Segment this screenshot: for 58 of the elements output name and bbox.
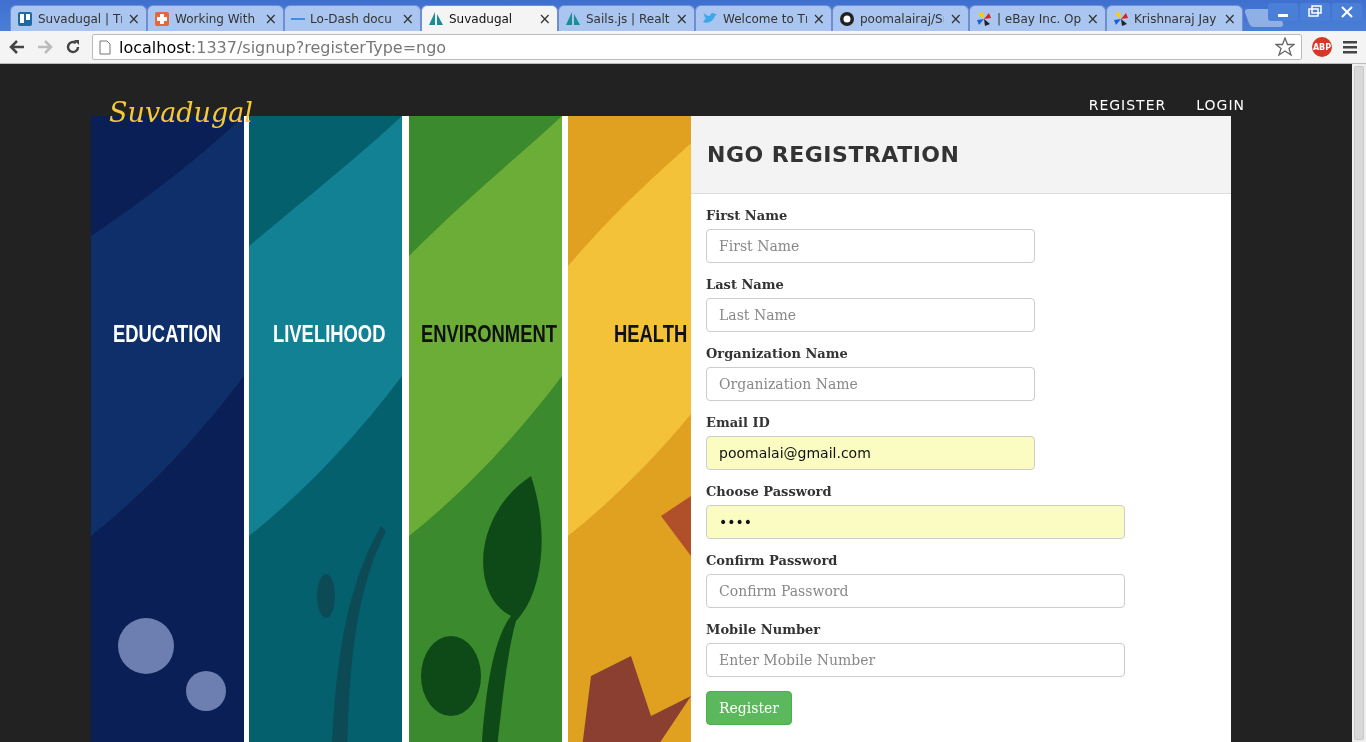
browser-tab[interactable]: Welcome to Tı × — [695, 5, 832, 31]
browser-tab[interactable]: Working With × — [147, 5, 284, 31]
plus-icon — [154, 10, 170, 27]
category-label: LIVELIHOOD — [273, 321, 386, 348]
field-label: Last Name — [706, 277, 784, 292]
form-title: NGO REGISTRATION — [707, 142, 960, 167]
pinwheel-icon — [1113, 10, 1129, 27]
input-field[interactable]: Enter Mobile Number — [706, 643, 1125, 677]
category-label: HEALTH — [614, 321, 688, 348]
close-tab-button[interactable]: × — [127, 9, 140, 28]
category-label: EDUCATION — [113, 321, 221, 348]
field-label: First Name — [706, 208, 788, 223]
reload-icon[interactable] — [64, 38, 82, 56]
input-field[interactable]: •••• — [706, 505, 1125, 539]
browser-tab[interactable]: Krishnaraj Jay × — [1106, 5, 1243, 31]
browser-tab[interactable]: Sails.js | Realt × — [558, 5, 695, 31]
close-tab-button[interactable]: × — [949, 9, 962, 28]
menu-icon[interactable] — [1342, 39, 1358, 55]
browser-tab[interactable]: Suvadugal | Tı × — [10, 5, 147, 31]
close-tab-button[interactable]: × — [1223, 9, 1236, 28]
field-label: Mobile Number — [706, 622, 821, 637]
category-label: ENVIRONMENT — [421, 321, 557, 348]
sail-icon — [428, 10, 444, 27]
browser-tab[interactable]: Lo-Dash docu × — [284, 5, 421, 31]
field-label: Choose Password — [706, 484, 832, 499]
field-label: Email ID — [706, 415, 770, 430]
input-field[interactable]: First Name — [706, 229, 1035, 263]
input-field[interactable]: Organization Name — [706, 367, 1035, 401]
field-label: Confirm Password — [706, 553, 838, 568]
adblock-button[interactable]: ABP — [1312, 37, 1332, 57]
line-icon — [291, 17, 305, 20]
input-field[interactable]: Last Name — [706, 298, 1035, 332]
close-tab-button[interactable]: × — [1086, 9, 1099, 28]
pinwheel-icon — [976, 10, 992, 27]
sail-icon — [565, 10, 581, 27]
close-tab-button[interactable]: × — [675, 9, 688, 28]
board-icon — [17, 10, 33, 27]
close-tab-button[interactable]: × — [401, 9, 414, 28]
page-icon — [99, 39, 111, 55]
browser-tab[interactable]: poomalairaj/Sı × — [832, 5, 969, 31]
browser-tab[interactable]: | eBay Inc. Op × — [969, 5, 1106, 31]
back-icon[interactable] — [8, 38, 26, 56]
close-tab-button[interactable]: × — [538, 9, 551, 28]
site-logo[interactable]: Suvadugal — [109, 97, 253, 128]
close-tab-button[interactable]: × — [812, 9, 825, 28]
minimize-icon[interactable] — [1268, 3, 1298, 21]
close-icon[interactable] — [1332, 3, 1362, 21]
nav-link[interactable]: LOGIN — [1196, 97, 1245, 113]
scrollbar[interactable] — [1352, 64, 1366, 742]
star-icon[interactable] — [1275, 37, 1295, 57]
nav-link[interactable]: REGISTER — [1088, 97, 1167, 113]
address-bar[interactable]: localhost:1337/signup?registerType=ngo — [92, 34, 1302, 60]
close-tab-button[interactable]: × — [264, 9, 277, 28]
input-field[interactable]: poomalai@gmail.com — [706, 436, 1035, 470]
input-field[interactable]: Confirm Password — [706, 574, 1125, 608]
browser-tab[interactable]: Suvadugal × — [421, 5, 558, 31]
restore-icon[interactable] — [1300, 3, 1330, 21]
field-label: Organization Name — [706, 346, 848, 361]
